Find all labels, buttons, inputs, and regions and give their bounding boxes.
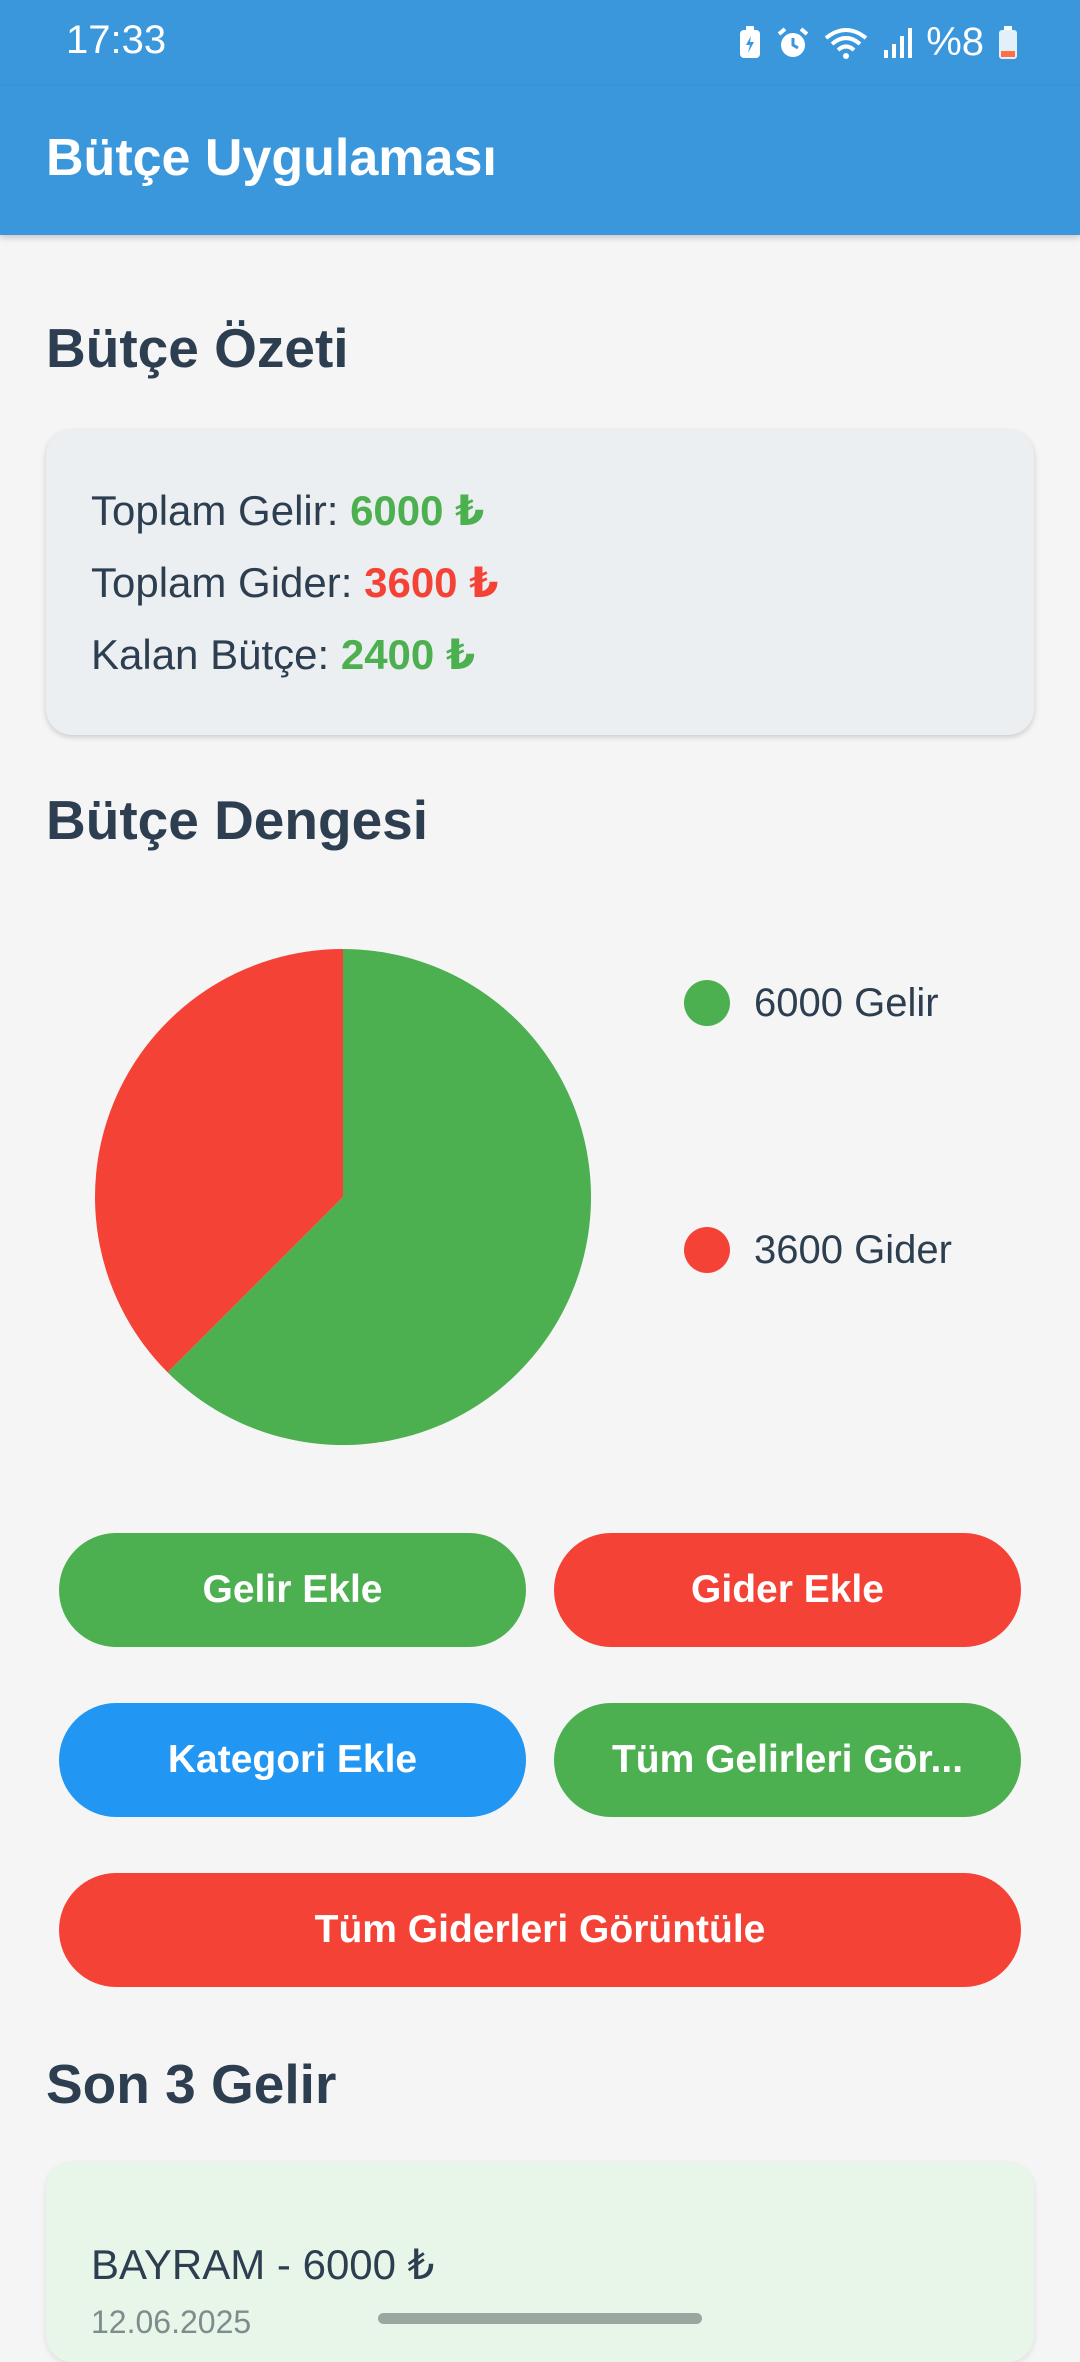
- income-item-title: BAYRAM - 6000 ₺: [91, 2241, 435, 2288]
- summary-card: Toplam Gelir: 6000 ₺ Toplam Gider: 3600 …: [46, 430, 1034, 735]
- remaining-budget-label: Kalan Bütçe:: [91, 631, 330, 678]
- alarm-icon: [776, 26, 810, 60]
- view-all-income-label: Tüm Gelirleri Gör...: [611, 1738, 964, 1781]
- battery-saver-icon: [738, 25, 762, 60]
- wifi-icon: [824, 26, 868, 60]
- app-bar: Bütçe Uygulaması: [0, 86, 1080, 235]
- balance-title: Bütçe Dengesi: [46, 789, 429, 851]
- summary-title: Bütçe Özeti: [46, 317, 349, 379]
- legend-item-income: 6000 Gelir: [684, 980, 939, 1026]
- recent-income-title: Son 3 Gelir: [46, 2053, 337, 2115]
- add-expense-label: Gider Ekle: [691, 1568, 884, 1611]
- home-indicator[interactable]: [378, 2313, 702, 2324]
- total-income-value: 6000 ₺: [350, 487, 485, 534]
- view-all-income-button[interactable]: Tüm Gelirleri Gör...: [554, 1703, 1021, 1817]
- legend-dot-expense: [684, 1227, 730, 1273]
- add-income-label: Gelir Ekle: [202, 1568, 383, 1611]
- legend-label-income: 6000 Gelir: [754, 980, 939, 1025]
- total-income-line: Toplam Gelir: 6000 ₺: [91, 486, 484, 535]
- balance-chart: 6000 Gelir 3600 Gider: [0, 900, 1080, 1460]
- add-expense-button[interactable]: Gider Ekle: [554, 1533, 1021, 1647]
- total-expense-label: Toplam Gider:: [91, 559, 353, 606]
- view-all-expenses-button[interactable]: Tüm Giderleri Görüntüle: [59, 1873, 1021, 1987]
- status-bar: 17:33 %8: [0, 0, 1080, 86]
- signal-icon: [882, 26, 913, 60]
- view-all-expenses-label: Tüm Giderleri Görüntüle: [314, 1908, 766, 1951]
- legend-item-expense: 3600 Gider: [684, 1227, 952, 1273]
- legend-dot-income: [684, 980, 730, 1026]
- total-income-label: Toplam Gelir:: [91, 487, 339, 534]
- add-category-label: Kategori Ekle: [167, 1738, 418, 1781]
- status-time: 17:33: [66, 18, 167, 62]
- income-item-date: 12.06.2025: [91, 2304, 252, 2340]
- add-category-button[interactable]: Kategori Ekle: [59, 1703, 526, 1817]
- total-expense-value: 3600 ₺: [364, 559, 499, 606]
- status-icons: %8: [738, 20, 1018, 65]
- app-title: Bütçe Uygulaması: [46, 129, 497, 187]
- remaining-budget-line: Kalan Bütçe: 2400 ₺: [91, 630, 475, 679]
- battery-percent: %8: [926, 20, 984, 64]
- income-list-item[interactable]: BAYRAM - 6000 ₺ 12.06.2025: [46, 2162, 1034, 2362]
- remaining-budget-value: 2400 ₺: [340, 631, 476, 678]
- battery-icon: [998, 25, 1018, 60]
- add-income-button[interactable]: Gelir Ekle: [59, 1533, 526, 1647]
- total-expense-line: Toplam Gider: 3600 ₺: [91, 558, 498, 607]
- legend-label-expense: 3600 Gider: [754, 1227, 952, 1272]
